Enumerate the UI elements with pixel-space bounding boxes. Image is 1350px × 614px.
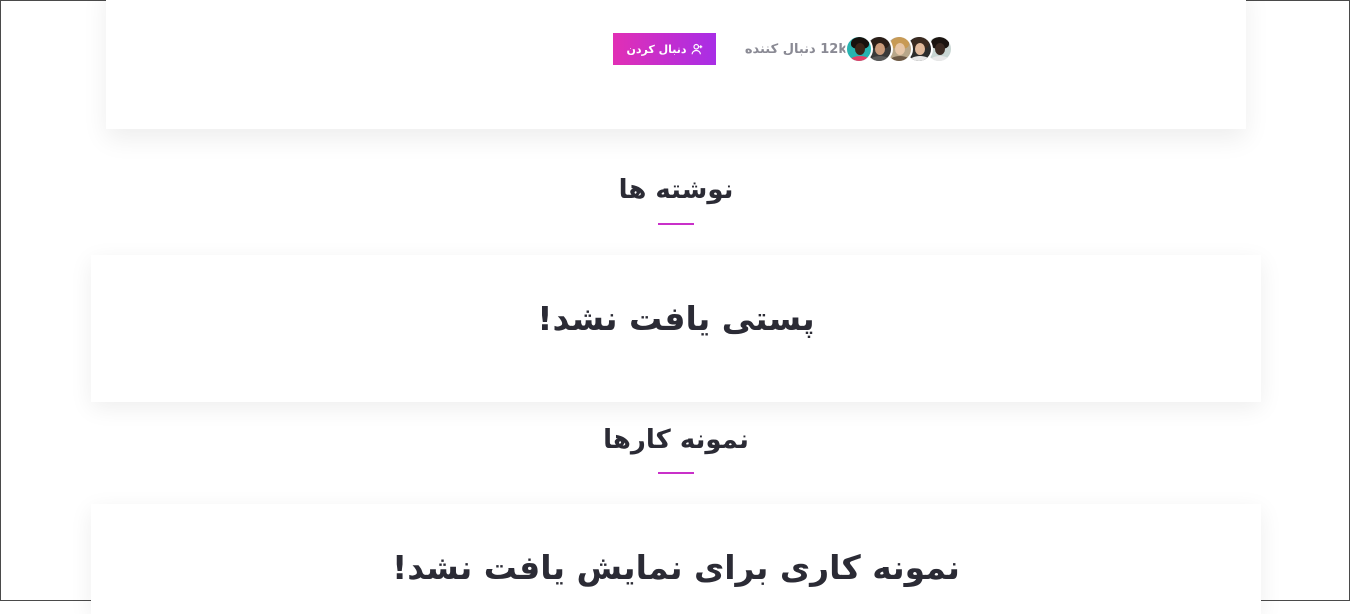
posts-empty-message: پستی یافت نشد! [537, 299, 815, 338]
profile-card: 12k دنبال کننده دنبال کردن [106, 0, 1246, 129]
portfolio-heading-underline [658, 472, 694, 474]
follow-button-label: دنبال کردن [626, 42, 687, 56]
follower-avatar-5 [845, 35, 873, 63]
portfolio-empty-message: نمونه کاری برای نمایش یافت نشد! [392, 548, 960, 587]
user-plus-icon [691, 43, 702, 55]
portfolio-heading: نمونه کارها [603, 425, 749, 455]
posts-empty-card: پستی یافت نشد! [91, 255, 1261, 402]
portfolio-empty-card: نمونه کاری برای نمایش یافت نشد! [91, 504, 1261, 614]
follow-button[interactable]: دنبال کردن [613, 33, 716, 65]
posts-heading-underline [658, 223, 694, 225]
follow-row: 12k دنبال کننده دنبال کردن [613, 33, 955, 65]
follower-count: 12k دنبال کننده [744, 41, 847, 57]
posts-heading: نوشته ها [618, 175, 734, 205]
follower-avatars [845, 33, 955, 65]
